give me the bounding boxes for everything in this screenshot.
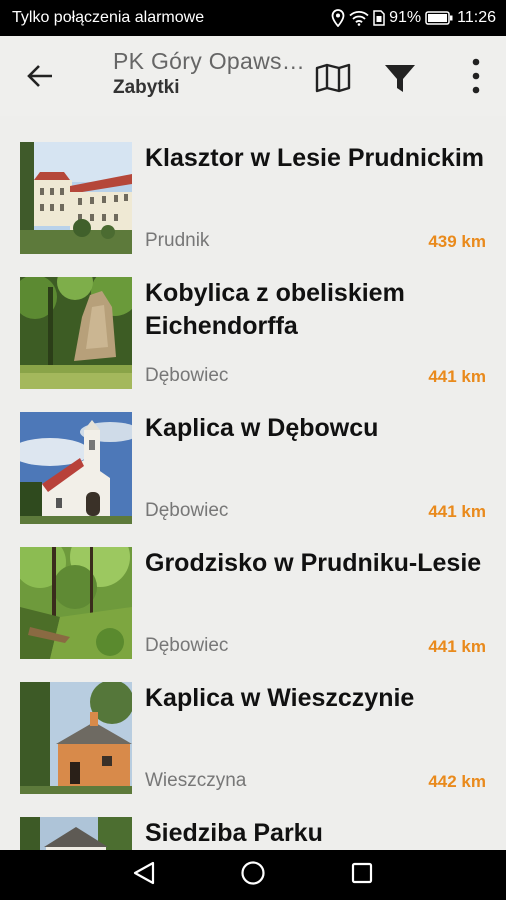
wifi-icon bbox=[349, 10, 369, 26]
square-recents-icon bbox=[351, 862, 373, 883]
item-distance: 439 km bbox=[428, 232, 486, 251]
page-subtitle: Zabytki bbox=[113, 77, 180, 98]
nav-recents-button[interactable] bbox=[350, 861, 374, 890]
status-icons: 91% 11:26 bbox=[331, 9, 496, 27]
list-item[interactable]: Klasztor w Lesie Prudnickim Prudnik 439 … bbox=[0, 116, 506, 254]
filter-button[interactable] bbox=[380, 58, 420, 98]
thumbnail-image bbox=[20, 142, 132, 254]
thumbnail-image bbox=[20, 682, 132, 794]
item-distance: 441 km bbox=[428, 637, 486, 656]
page-title: PK Góry Opawskie bbox=[113, 48, 308, 74]
back-button[interactable] bbox=[20, 56, 60, 96]
system-nav-bar bbox=[0, 850, 506, 900]
nav-home-button[interactable] bbox=[240, 860, 266, 891]
item-title: Klasztor w Lesie Prudnickim bbox=[145, 144, 484, 172]
item-distance: 441 km bbox=[428, 367, 486, 386]
status-bar: Tylko połączenia alarmowe 91% 11:26 bbox=[0, 0, 506, 36]
map-button[interactable] bbox=[313, 58, 353, 98]
filter-icon bbox=[385, 65, 415, 92]
item-title: Kaplica w Dębowcu bbox=[145, 414, 379, 442]
item-place: Dębowiec bbox=[145, 365, 229, 386]
list-item[interactable]: Siedziba Parku bbox=[0, 791, 506, 850]
location-icon bbox=[331, 9, 345, 27]
item-place: Prudnik bbox=[145, 230, 210, 251]
thumbnail-image bbox=[20, 412, 132, 524]
more-vert-icon bbox=[472, 58, 480, 94]
item-title: Siedziba Parku bbox=[145, 819, 323, 847]
sim-icon bbox=[373, 10, 385, 26]
thumbnail-image bbox=[20, 277, 132, 389]
app-bar-titles: PK Góry Opawskie Zabytki bbox=[113, 48, 308, 99]
carrier-text: Tylko połączenia alarmowe bbox=[12, 9, 205, 26]
item-place: Wieszczyna bbox=[145, 770, 247, 791]
item-title: Grodzisko w Prudniku-Lesie bbox=[145, 549, 482, 577]
arrow-back-icon bbox=[27, 65, 52, 87]
triangle-back-icon bbox=[133, 861, 155, 884]
battery-percent: 91% bbox=[389, 9, 422, 26]
list-item[interactable]: Kaplica w Dębowcu Dębowiec 441 km bbox=[0, 386, 506, 524]
item-distance: 441 km bbox=[428, 502, 486, 521]
more-options-button[interactable] bbox=[458, 56, 494, 96]
item-title: Kobylica z obeliskiem Eichendorffa bbox=[145, 279, 405, 340]
clock: 11:26 bbox=[457, 9, 496, 26]
circle-home-icon bbox=[241, 860, 265, 885]
battery-icon bbox=[425, 11, 453, 25]
item-place: Dębowiec bbox=[145, 500, 229, 521]
list-item[interactable]: Kaplica w Wieszczynie Wieszczyna 442 km bbox=[0, 656, 506, 794]
item-title: Kaplica w Wieszczynie bbox=[145, 684, 415, 712]
item-place: Dębowiec bbox=[145, 635, 229, 656]
monument-list: Klasztor w Lesie Prudnickim Prudnik 439 … bbox=[0, 116, 506, 850]
thumbnail-image bbox=[20, 547, 132, 659]
nav-back-button[interactable] bbox=[132, 860, 156, 891]
list-item[interactable]: Grodzisko w Prudniku-Lesie Dębowiec 441 … bbox=[0, 521, 506, 659]
item-distance: 442 km bbox=[428, 772, 486, 791]
map-icon bbox=[315, 63, 351, 93]
app-bar: PK Góry Opawskie Zabytki bbox=[0, 36, 506, 116]
list-item[interactable]: Kobylica z obeliskiem Eichendorffa Dębow… bbox=[0, 251, 506, 389]
thumbnail-image bbox=[20, 817, 132, 850]
